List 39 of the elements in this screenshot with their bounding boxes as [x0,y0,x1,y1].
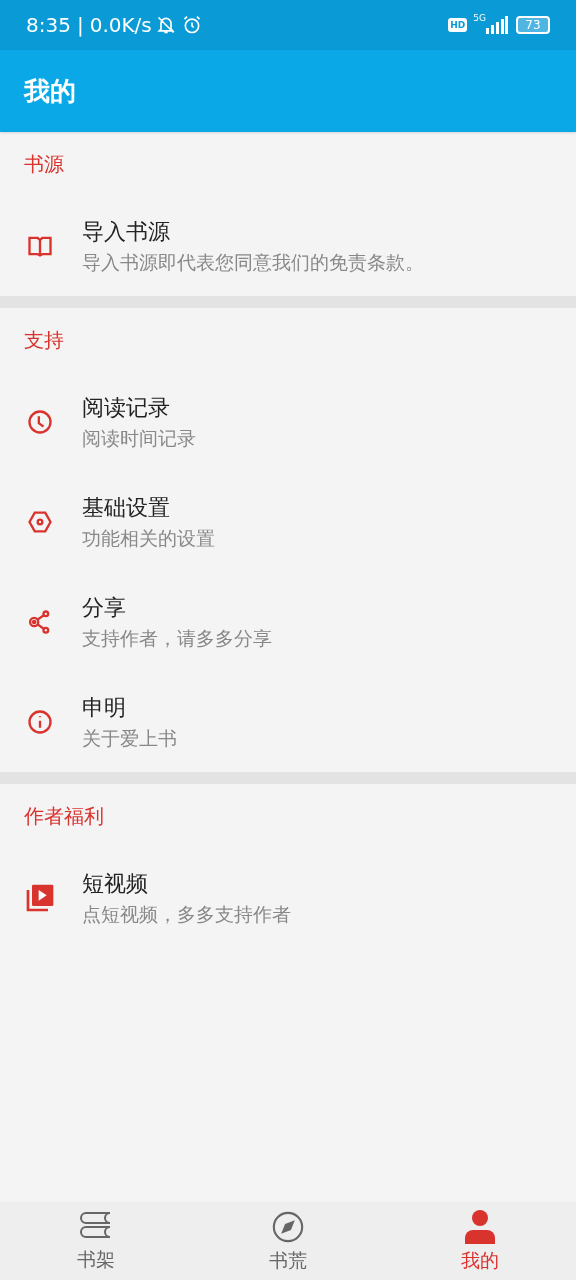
item-subtitle: 点短视频，多多支持作者 [82,904,291,924]
compass-icon [271,1209,305,1244]
settings-item[interactable]: 阅读记录 阅读时间记录 [0,372,576,472]
clock-icon [26,408,54,436]
section-header: 支持 [24,327,64,354]
section-header: 书源 [24,151,64,178]
nav-tab[interactable]: 我的 [384,1204,576,1280]
item-subtitle: 支持作者，请多多分享 [82,628,272,648]
clock-time: 8:35 [26,12,71,39]
battery-indicator: 73 [516,16,550,34]
info-icon [26,708,54,736]
item-title: 导入书源 [82,220,171,243]
settings-item[interactable]: 分享 支持作者，请多多分享 [0,572,576,672]
nav-tab[interactable]: 书荒 [192,1204,384,1280]
item-subtitle: 导入书源即代表您同意我们的免责条款。 [82,252,424,272]
item-title: 基础设置 [82,496,171,519]
item-title: 阅读记录 [82,396,171,419]
item-subtitle: 阅读时间记录 [82,428,196,448]
person-icon [464,1209,496,1244]
app-bar-title: 我的 [24,74,76,108]
settings-item[interactable]: 导入书源 导入书源即代表您同意我们的免责条款。 [0,196,576,296]
bell-off-icon [155,15,176,35]
nav-tab[interactable]: 书架 [0,1204,192,1280]
network-type: 5G [473,14,486,23]
section-header: 作者福利 [24,803,104,830]
signal-icon [486,16,508,34]
video-icon [24,882,56,914]
hd-badge: HD [448,18,468,32]
item-title: 分享 [82,596,127,619]
network-speed: 0.0K/s [89,12,152,39]
item-title: 申明 [82,696,127,719]
settings-item[interactable]: 短视频 点短视频，多多支持作者 [0,848,576,948]
item-subtitle: 关于爱上书 [82,728,177,748]
separator: | [76,12,84,39]
settings-item[interactable]: 申明 关于爱上书 [0,672,576,772]
item-title: 短视频 [82,872,149,895]
settings-item[interactable]: 基础设置 功能相关的设置 [0,472,576,572]
item-subtitle: 功能相关的设置 [82,528,215,548]
alarm-icon [181,15,202,35]
